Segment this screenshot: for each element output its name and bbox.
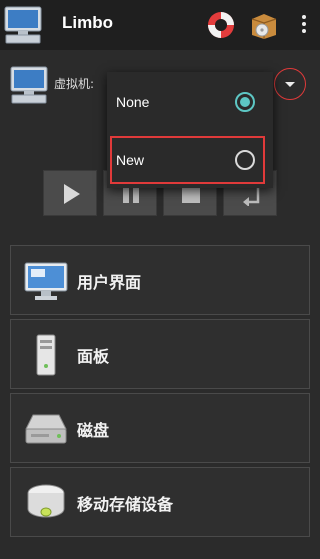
radio-checked-icon[interactable] — [235, 92, 255, 112]
play-button[interactable] — [43, 170, 97, 216]
menu-item-panel[interactable]: 面板 — [10, 319, 310, 389]
app-title: Limbo — [62, 13, 113, 32]
app-bar: Limbo — [0, 0, 320, 50]
package-icon[interactable] — [248, 9, 280, 41]
option-label: None — [116, 94, 150, 110]
settings-menu: 用户界面 面板 磁盘 移动存储设备 — [10, 245, 310, 541]
vm-label: 虚拟机: — [54, 77, 95, 91]
more-vert-icon[interactable] — [295, 12, 313, 38]
option-new[interactable]: New — [107, 136, 273, 186]
menu-label: 磁盘 — [77, 421, 110, 440]
menu-item-user-interface[interactable]: 用户界面 — [10, 245, 310, 315]
menu-label: 移动存储设备 — [77, 495, 174, 514]
tower-icon — [36, 334, 56, 376]
computer-icon — [4, 6, 42, 44]
dropdown-arrow-icon[interactable] — [276, 70, 304, 98]
play-icon — [64, 184, 80, 204]
display-icon — [24, 262, 68, 300]
menu-item-removable-storage[interactable]: 移动存储设备 — [10, 467, 310, 537]
menu-item-disk[interactable]: 磁盘 — [10, 393, 310, 463]
removable-drive-icon — [27, 484, 65, 518]
vm-dropdown-popup: None New — [107, 72, 273, 188]
menu-label: 用户界面 — [77, 273, 142, 292]
lifebuoy-icon[interactable] — [205, 9, 237, 41]
menu-label: 面板 — [77, 347, 110, 366]
option-none[interactable]: None — [107, 78, 273, 128]
option-label: New — [116, 152, 145, 168]
hard-disk-icon — [25, 414, 67, 444]
radio-unchecked-icon[interactable] — [235, 150, 255, 170]
computer-icon — [10, 66, 48, 104]
